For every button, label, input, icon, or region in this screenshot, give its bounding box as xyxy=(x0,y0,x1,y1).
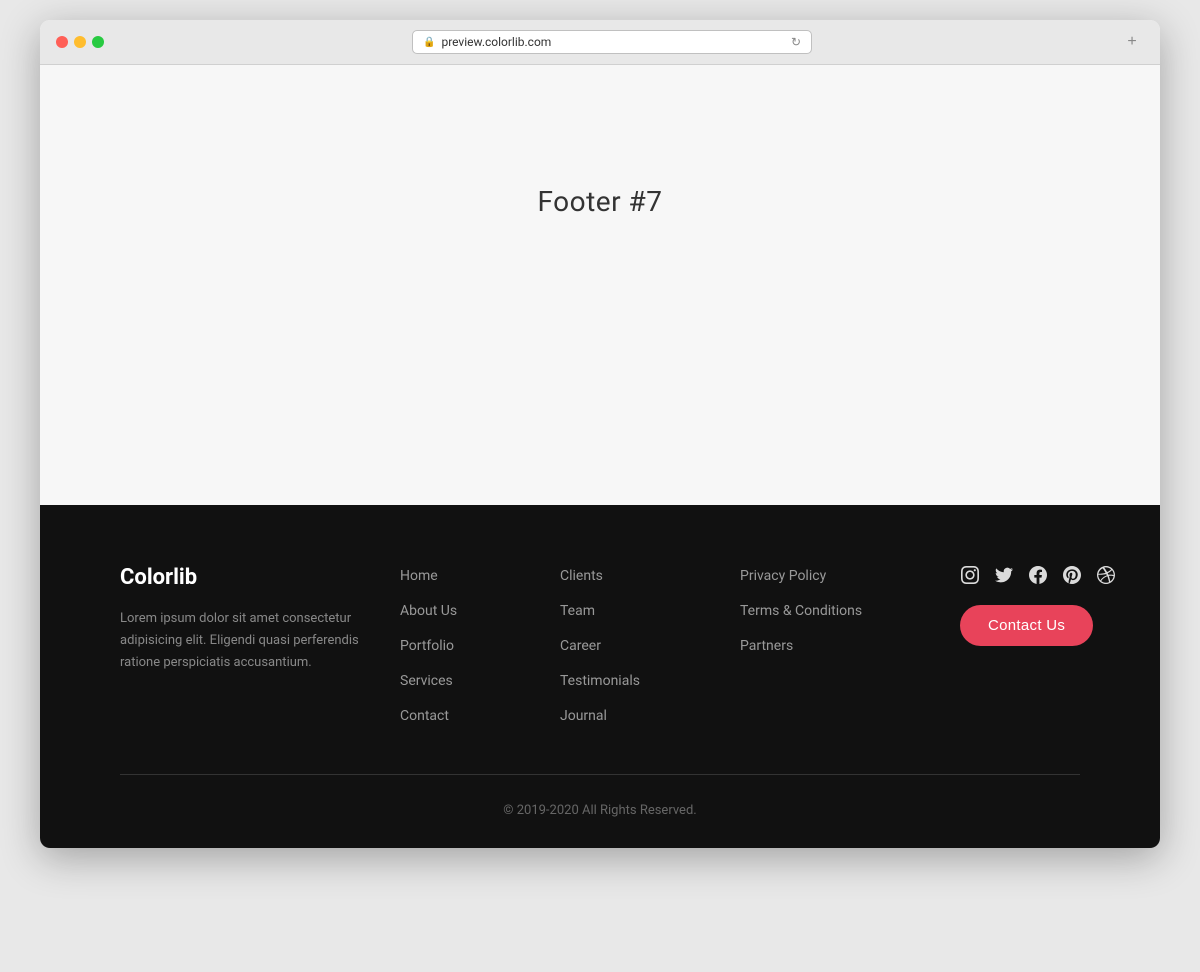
nav-link-contact[interactable]: Contact xyxy=(400,708,449,724)
social-icons xyxy=(960,565,1116,585)
footer-nav-col3: Privacy Policy Terms & Conditions Partne… xyxy=(740,565,940,724)
nav-link-services[interactable]: Services xyxy=(400,673,453,689)
traffic-lights xyxy=(56,36,104,48)
address-bar[interactable]: 🔒 preview.colorlib.com ↻ xyxy=(412,30,812,54)
footer-brand: Colorlib Lorem ipsum dolor sit amet cons… xyxy=(120,565,380,724)
nav-link-partners[interactable]: Partners xyxy=(740,638,793,654)
copyright-text: © 2019-2020 All Rights Reserved. xyxy=(120,803,1080,818)
footer-divider xyxy=(120,774,1080,775)
twitter-icon[interactable] xyxy=(994,565,1014,585)
page-title: Footer #7 xyxy=(537,185,662,218)
nav-link-portfolio[interactable]: Portfolio xyxy=(400,638,454,654)
brand-description: Lorem ipsum dolor sit amet consectetur a… xyxy=(120,608,380,674)
footer-nav-col1: Home About Us Portfolio Services Contact xyxy=(400,565,540,724)
lock-icon: 🔒 xyxy=(423,37,435,48)
contact-us-button[interactable]: Contact Us xyxy=(960,605,1093,646)
nav-link-terms[interactable]: Terms & Conditions xyxy=(740,603,862,619)
footer: Colorlib Lorem ipsum dolor sit amet cons… xyxy=(40,505,1160,848)
nav-link-journal[interactable]: Journal xyxy=(560,708,607,724)
nav-link-testimonials[interactable]: Testimonials xyxy=(560,673,640,689)
nav-link-clients[interactable]: Clients xyxy=(560,568,603,584)
address-bar-wrapper: 🔒 preview.colorlib.com ↻ xyxy=(114,30,1110,54)
browser-window: 🔒 preview.colorlib.com ↻ + Footer #7 Col… xyxy=(40,20,1160,848)
footer-nav-col2: Clients Team Career Testimonials Journal xyxy=(560,565,720,724)
close-button[interactable] xyxy=(56,36,68,48)
refresh-icon[interactable]: ↻ xyxy=(791,35,801,49)
nav-link-privacy[interactable]: Privacy Policy xyxy=(740,568,826,584)
new-tab-button[interactable]: + xyxy=(1120,30,1144,54)
footer-social-contact: Contact Us xyxy=(960,565,1120,724)
brand-name: Colorlib xyxy=(120,565,380,590)
address-text: preview.colorlib.com xyxy=(441,35,551,49)
minimize-button[interactable] xyxy=(74,36,86,48)
maximize-button[interactable] xyxy=(92,36,104,48)
nav-link-career[interactable]: Career xyxy=(560,638,601,654)
page-content-area: Footer #7 xyxy=(40,65,1160,505)
dribbble-icon[interactable] xyxy=(1096,565,1116,585)
nav-link-home[interactable]: Home xyxy=(400,568,438,584)
nav-link-about[interactable]: About Us xyxy=(400,603,457,619)
pinterest-icon[interactable] xyxy=(1062,565,1082,585)
footer-bottom: © 2019-2020 All Rights Reserved. xyxy=(120,803,1080,818)
nav-link-team[interactable]: Team xyxy=(560,603,595,619)
footer-top: Colorlib Lorem ipsum dolor sit amet cons… xyxy=(120,565,1080,724)
browser-chrome: 🔒 preview.colorlib.com ↻ + xyxy=(40,20,1160,65)
instagram-icon[interactable] xyxy=(960,565,980,585)
facebook-icon[interactable] xyxy=(1028,565,1048,585)
